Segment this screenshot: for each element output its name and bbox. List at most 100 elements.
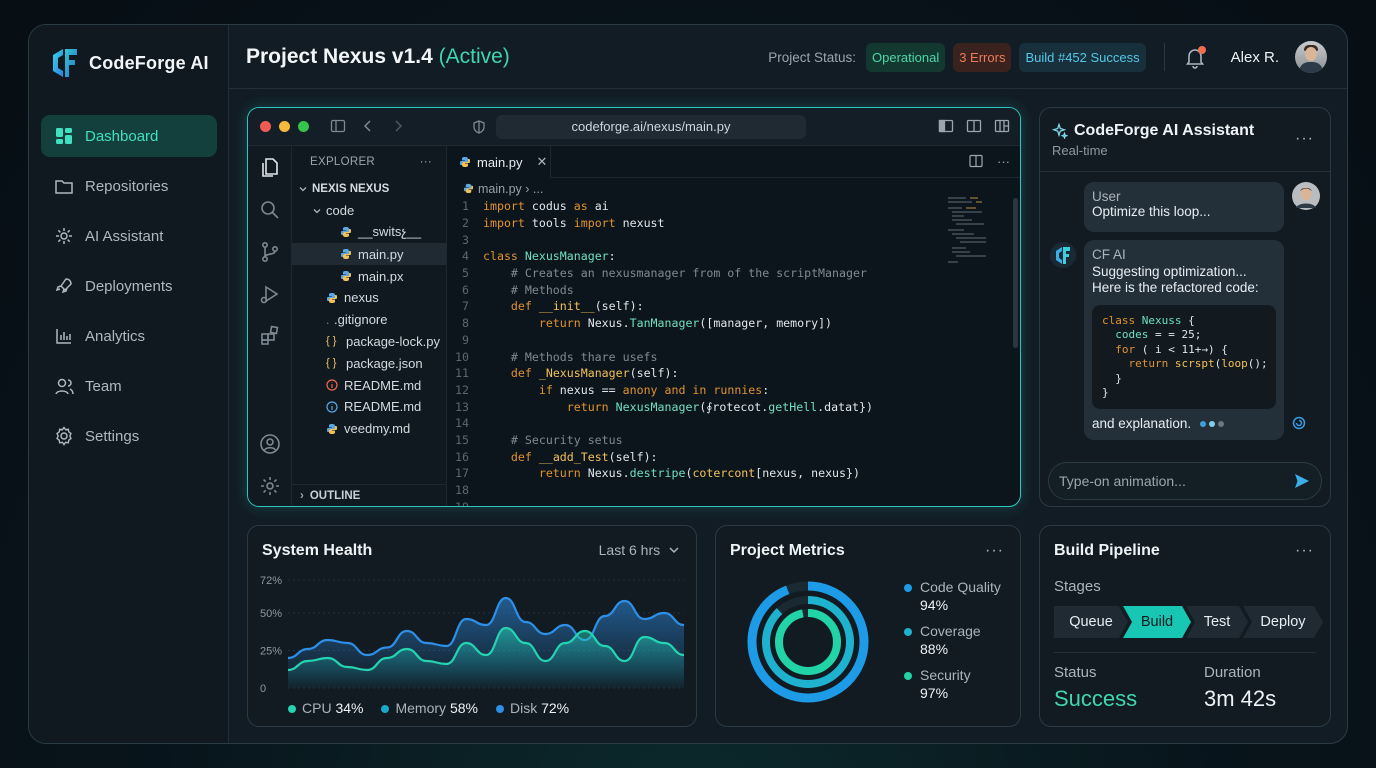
sidebar-item-ai-assistant[interactable]: AI Assistant — [41, 215, 217, 257]
code-line[interactable]: 9 — [447, 332, 1020, 349]
code-line[interactable]: 2 import tools import nexust — [447, 215, 1020, 232]
code-line[interactable]: 14 — [447, 415, 1020, 432]
settings-gear-icon[interactable] — [258, 474, 282, 498]
run-debug-icon[interactable] — [258, 282, 282, 306]
tree-file[interactable]: nexus — [292, 287, 446, 309]
legend-value: 72% — [541, 700, 570, 716]
editor-more-button[interactable]: ··· — [997, 154, 1010, 169]
layout-split-icon[interactable] — [966, 118, 982, 134]
code-line[interactable]: 19 — [447, 498, 1020, 506]
url-bar[interactable]: codeforge.ai/nexus/main.py — [496, 115, 806, 139]
code-line[interactable]: 1 import codus as ai — [447, 198, 1020, 215]
operational-badge[interactable]: Operational — [866, 42, 946, 72]
code-token: if — [538, 382, 553, 397]
build-badge[interactable]: Build #452 Success — [1019, 42, 1146, 72]
search-icon[interactable] — [258, 198, 282, 222]
tab-main-py[interactable]: main.py ✕ — [447, 146, 551, 178]
code-line[interactable]: 17 return Nexus. destripe(cotercont [nexus… — [447, 465, 1020, 482]
sidebar-item-dashboard[interactable]: Dashboard — [41, 115, 217, 157]
code-line[interactable]: 6 # Methods — [447, 281, 1020, 298]
tree-file[interactable]: veedmy.md — [292, 418, 446, 440]
split-editor-icon[interactable] — [969, 154, 983, 168]
project-metrics-card: Project Metrics ··· Code Quality 94% Cover… — [715, 525, 1021, 727]
user-avatar[interactable] — [1295, 41, 1327, 73]
minimize-window-button[interactable] — [279, 121, 290, 132]
sidebar-item-team[interactable]: Team — [41, 365, 217, 407]
sidebar-toggle-icon[interactable] — [330, 118, 346, 134]
tree-file[interactable]: README.md — [292, 396, 446, 418]
metrics-menu-button[interactable]: ··· — [985, 542, 1004, 560]
sidebar-item-settings[interactable]: Settings — [41, 415, 217, 457]
minimap[interactable] — [946, 194, 1016, 270]
build-pipeline-card: Build Pipeline ··· Stages Queue Build Test… — [1039, 525, 1331, 727]
tree-file[interactable]: README.md — [292, 374, 446, 396]
tree-file[interactable]: __switsչ__ — [292, 222, 446, 244]
ai-code-block[interactable]: class Nexuss { codes = = 25; for ( i < 1… — [1092, 304, 1276, 409]
pipeline-menu-button[interactable]: ··· — [1295, 542, 1314, 560]
code-line[interactable]: 10 # Methods thare usefs — [447, 348, 1020, 365]
code-line[interactable]: 15 # Security setus — [447, 432, 1020, 449]
breadcrumb-text[interactable]: main.py › ... — [478, 182, 543, 196]
chat-input[interactable]: Type-on animation... — [1048, 462, 1322, 500]
code-content[interactable]: 1 import codus as ai 2 import tools import … — [447, 198, 1020, 506]
forward-icon[interactable] — [390, 118, 406, 134]
user-avatar — [1292, 182, 1320, 210]
send-icon[interactable] — [1293, 472, 1311, 490]
stage-queue[interactable]: Queue — [1054, 606, 1128, 638]
notifications-button[interactable] — [1183, 45, 1207, 69]
code-line[interactable]: 7 def __init__ (self): — [447, 298, 1020, 315]
code-line[interactable]: 4 class NexusManager: — [447, 248, 1020, 265]
explorer-menu-button[interactable]: ··· — [420, 156, 432, 168]
code-line[interactable]: 3 — [447, 231, 1020, 248]
sidebar-item-repositories[interactable]: Repositories — [41, 165, 217, 207]
outline-section[interactable]: › OUTLINE — [292, 484, 446, 506]
time-range-value: Last 6 hrs — [598, 542, 661, 558]
errors-badge[interactable]: 3 Errors — [953, 42, 1012, 72]
code-token: return — [566, 399, 609, 414]
code-line[interactable]: 8 return Nexus. TanManager ([manager, memo… — [447, 315, 1020, 332]
tree-folder[interactable]: code — [292, 200, 446, 222]
tree-file[interactable]: . .gitignore — [292, 309, 446, 331]
health-legend: CPU 34% Memory 58% Disk 72% — [288, 700, 569, 716]
stage-test[interactable]: Test — [1186, 606, 1248, 638]
ai-message-tail: and explanation. — [1092, 416, 1276, 433]
layout-left-icon[interactable] — [938, 118, 954, 134]
tree-file[interactable]: { } package-lock.py — [292, 331, 446, 353]
tree-file[interactable]: main.py — [292, 243, 446, 266]
stage-deploy[interactable]: Deploy — [1243, 606, 1323, 638]
code-line[interactable]: 12 if nexus == anony and in runnies: — [447, 382, 1020, 399]
tree-root[interactable]: NEXIS NEXUS — [292, 178, 446, 200]
metric-coverage: Coverage 88% — [904, 622, 981, 658]
code-line[interactable]: 11 def _NexusManager (self): — [447, 365, 1020, 382]
source-control-icon[interactable] — [258, 240, 282, 264]
tree-file[interactable]: { } package.json — [292, 352, 446, 374]
code-token: __add_Test — [538, 449, 609, 464]
tree-file[interactable]: main.px — [292, 265, 446, 287]
sidebar-nav: Dashboard Repositories AI Assistant Deploym… — [41, 115, 217, 465]
sidebar-item-analytics[interactable]: Analytics — [41, 315, 217, 357]
stage-build[interactable]: Build — [1123, 606, 1191, 638]
ring-security[interactable] — [775, 609, 841, 675]
close-tab-icon[interactable]: ✕ — [537, 154, 548, 170]
back-icon[interactable] — [360, 118, 376, 134]
extensions-icon[interactable] — [258, 324, 282, 348]
git-file-icon: . — [326, 312, 330, 327]
assistant-menu-button[interactable]: ··· — [1295, 130, 1314, 148]
user-name[interactable]: Alex R. — [1231, 49, 1279, 66]
files-icon[interactable] — [258, 156, 282, 180]
editor-scrollbar[interactable] — [1013, 198, 1018, 348]
code-line[interactable]: 5 # Creates an nexusmanager from of the … — [447, 265, 1020, 282]
close-window-button[interactable] — [260, 121, 271, 132]
logo[interactable]: CodeForge AI — [49, 47, 209, 79]
layout-grid-icon[interactable] — [994, 118, 1010, 134]
file-tree: NEXIS NEXUS code __switsչ__ main.py main.px n… — [292, 178, 446, 440]
code-line[interactable]: 18 — [447, 482, 1020, 499]
chevron-down-icon — [669, 547, 679, 554]
sidebar-item-deployments[interactable]: Deployments — [41, 265, 217, 307]
account-icon[interactable] — [258, 432, 282, 456]
time-range-select[interactable]: Last 6 hrs — [599, 542, 680, 558]
code-line[interactable]: 16 def __add_Test (self): — [447, 448, 1020, 465]
maximize-window-button[interactable] — [298, 121, 309, 132]
code-line[interactable]: 13 return NexusManager (∮rotecot. getHell.… — [447, 398, 1020, 415]
